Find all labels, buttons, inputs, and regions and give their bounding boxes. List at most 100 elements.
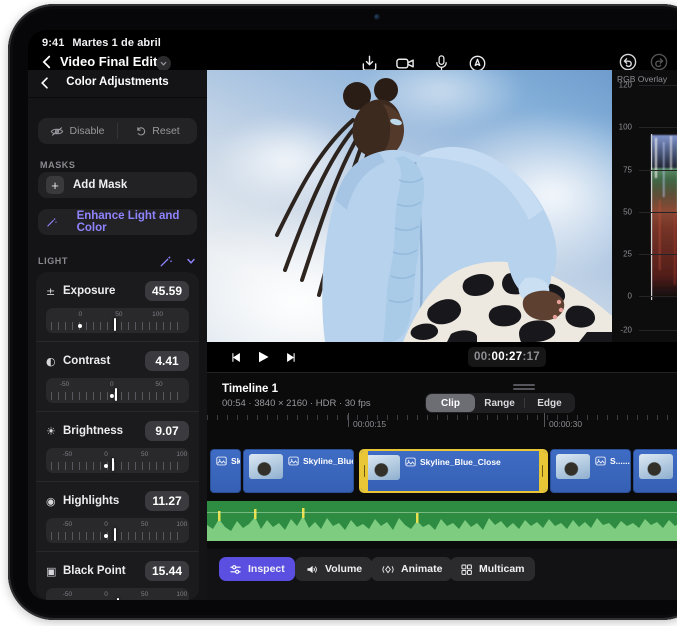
collapse-chevron-icon[interactable] — [185, 255, 197, 267]
timeline-clip[interactable]: Skyline_Blue_Close — [359, 449, 548, 493]
tick-label: 50 — [141, 591, 148, 598]
add-mask-label: Add Mask — [73, 179, 127, 191]
project-title-menu[interactable] — [156, 56, 171, 71]
slider-ticks — [51, 462, 184, 470]
redo-button[interactable] — [649, 52, 669, 72]
timeline-clip[interactable]: S...... — [550, 449, 631, 493]
eye-off-icon — [50, 126, 64, 137]
audio-channel-divider — [207, 512, 677, 513]
slider-track[interactable]: -50050 — [46, 378, 189, 403]
slider-cursor[interactable] — [114, 318, 116, 331]
slider-value[interactable]: 9.07 — [145, 421, 189, 441]
timeline-clip[interactable]: Sk...... — [210, 449, 241, 493]
scope-waveform — [639, 80, 677, 338]
slider-track[interactable]: 050100 — [46, 308, 189, 333]
next-frame-button[interactable] — [279, 346, 303, 368]
slider-value[interactable]: 11.27 — [145, 491, 189, 511]
rgb-overlay-scope: RGB Overlay — [612, 70, 677, 342]
tick-label: 100 — [152, 311, 163, 318]
slider-value[interactable]: 15.44 — [145, 561, 189, 581]
disable-button[interactable]: Disable — [38, 118, 117, 144]
slider-label: Exposure — [63, 285, 115, 297]
trim-handle-right[interactable] — [539, 451, 546, 491]
slider-row-brightness: ☀Brightness9.07-50050100 — [36, 411, 199, 481]
slider-cursor[interactable] — [117, 598, 119, 600]
back-button[interactable] — [38, 53, 56, 71]
clip-thumbnail — [639, 454, 673, 479]
disable-label: Disable — [69, 125, 104, 137]
enhance-label: Enhance Light and Color — [77, 210, 189, 234]
ruler-label: 00:00:30 — [549, 419, 582, 429]
add-mask-button[interactable]: + Add Mask — [38, 172, 197, 198]
slider-cursor[interactable] — [115, 388, 117, 401]
timeline-clip[interactable]: Skyline_Blue_Wide — [243, 449, 354, 493]
project-title: Video Final Edit — [60, 54, 157, 69]
timecode-display[interactable]: 00:00:27:17 — [468, 347, 546, 367]
status-date: Martes 1 de abril — [72, 37, 161, 49]
scope-axis-label: 0 — [536, 292, 632, 301]
back-chevron-icon — [38, 53, 56, 71]
magic-wand-icon[interactable] — [159, 254, 173, 268]
slider-track[interactable]: -50050100 — [46, 588, 189, 600]
skip-back-icon — [229, 351, 242, 364]
mode-edge[interactable]: Edge — [525, 394, 574, 412]
ruler-major-tick — [348, 413, 349, 427]
trim-handle-left[interactable] — [361, 451, 368, 491]
slider-row-black-point: ▣Black Point15.44-50050100 — [36, 551, 199, 600]
scope-gridline — [639, 330, 677, 331]
slider-ticks — [51, 392, 184, 400]
video-viewer — [207, 70, 612, 342]
animate-label: Animate — [401, 563, 442, 575]
tick-label: 50 — [115, 311, 122, 318]
light-section-header: LIGHT — [38, 253, 197, 269]
panel-grabber-handle[interactable] — [513, 384, 535, 391]
undo-button[interactable] — [618, 52, 638, 72]
scope-gridline — [639, 170, 677, 171]
origin-dot — [78, 324, 82, 328]
multicam-grid-icon — [460, 563, 473, 576]
origin-dot — [104, 534, 108, 538]
clip-thumbnail — [556, 454, 590, 479]
clip-name: Skyline_Blue_Close — [405, 457, 501, 467]
speaker-icon — [305, 563, 319, 576]
slider-track[interactable]: -50050100 — [46, 448, 189, 473]
slider-value[interactable]: 4.41 — [145, 351, 189, 371]
play-button[interactable] — [251, 346, 275, 368]
multicam-button[interactable]: Multicam — [450, 557, 535, 581]
image-icon — [595, 456, 606, 466]
slider-value[interactable]: 45.59 — [145, 281, 189, 301]
undo-icon — [618, 52, 638, 72]
image-icon — [288, 456, 299, 466]
clip-thumbnail — [249, 454, 283, 479]
scope-axis-label: -20 — [536, 326, 632, 335]
mode-clip[interactable]: Clip — [426, 394, 475, 412]
slider-cursor[interactable] — [112, 458, 114, 471]
reset-label: Reset — [152, 125, 179, 137]
volume-button[interactable]: Volume — [295, 557, 372, 581]
scope-axis-label: 25 — [536, 250, 632, 259]
clip-name: Skyline_Blue_Wide — [288, 456, 354, 466]
enhance-light-color-button[interactable]: Enhance Light and Color — [38, 209, 197, 235]
animate-button[interactable]: Animate — [371, 557, 452, 581]
slider-row-highlights: ◉Highlights11.27-50050100 — [36, 481, 199, 551]
slider-row-contrast: ◐Contrast4.41-50050 — [36, 341, 199, 411]
audio-waveform — [207, 501, 677, 541]
timeline-section: Timeline 1 00:54 · 3840 × 2160 · HDR · 3… — [207, 372, 677, 600]
slider-track[interactable]: -50050100 — [46, 518, 189, 543]
timeline-ruler[interactable]: 00:00:15 00:00:30 — [207, 413, 677, 439]
black-point-icon: ▣ — [46, 565, 63, 578]
timeline-clip[interactable] — [633, 449, 677, 493]
audio-track[interactable] — [207, 501, 677, 541]
tick-label: 100 — [176, 521, 187, 528]
timeline-toolbar: Inspect Volume Animate Multicam — [207, 549, 677, 600]
light-section-label: LIGHT — [38, 256, 68, 266]
reset-button[interactable]: Reset — [118, 118, 197, 144]
slider-cursor[interactable] — [114, 528, 116, 541]
mode-range[interactable]: Range — [475, 394, 524, 412]
image-icon — [405, 457, 416, 467]
previous-frame-button[interactable] — [223, 346, 247, 368]
inspect-button[interactable]: Inspect — [219, 557, 295, 581]
ruler-label: 00:00:15 — [353, 419, 386, 429]
tick-label: -50 — [60, 381, 69, 388]
reset-icon — [135, 125, 147, 137]
